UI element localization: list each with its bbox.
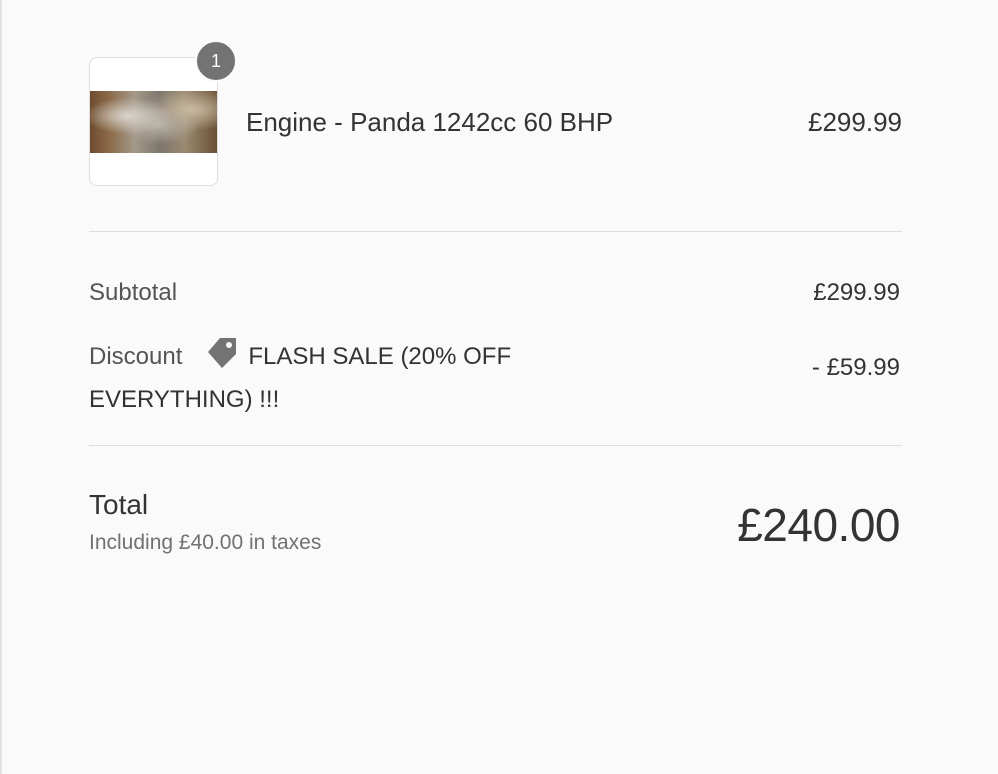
product-price: £299.99 [808, 107, 902, 137]
total-value: £240.00 [737, 499, 900, 551]
subtotal-label: Subtotal [89, 279, 178, 306]
discount-label: Discount [89, 343, 183, 370]
quantity-badge: 1 [195, 40, 237, 82]
order-summary-panel: 1 Engine - Panda 1242cc 60 BHP £299.99 S… [0, 0, 998, 774]
cart-line-item: 1 Engine - Panda 1242cc 60 BHP £299.99 [89, 40, 902, 187]
tax-note: Including £40.00 in taxes [89, 531, 322, 554]
product-name: Engine - Panda 1242cc 60 BHP [246, 107, 614, 137]
divider [89, 445, 902, 446]
total-label: Total [89, 489, 149, 520]
divider [89, 231, 902, 232]
engine-image [90, 91, 217, 153]
subtotal-value: £299.99 [813, 279, 900, 306]
product-thumbnail: 1 [89, 40, 237, 186]
discount-value: - £59.99 [811, 354, 900, 381]
discount-row: Discount FLASH SALE (20% OFF EVERYTHING) … [89, 334, 609, 418]
tag-icon [204, 334, 240, 381]
